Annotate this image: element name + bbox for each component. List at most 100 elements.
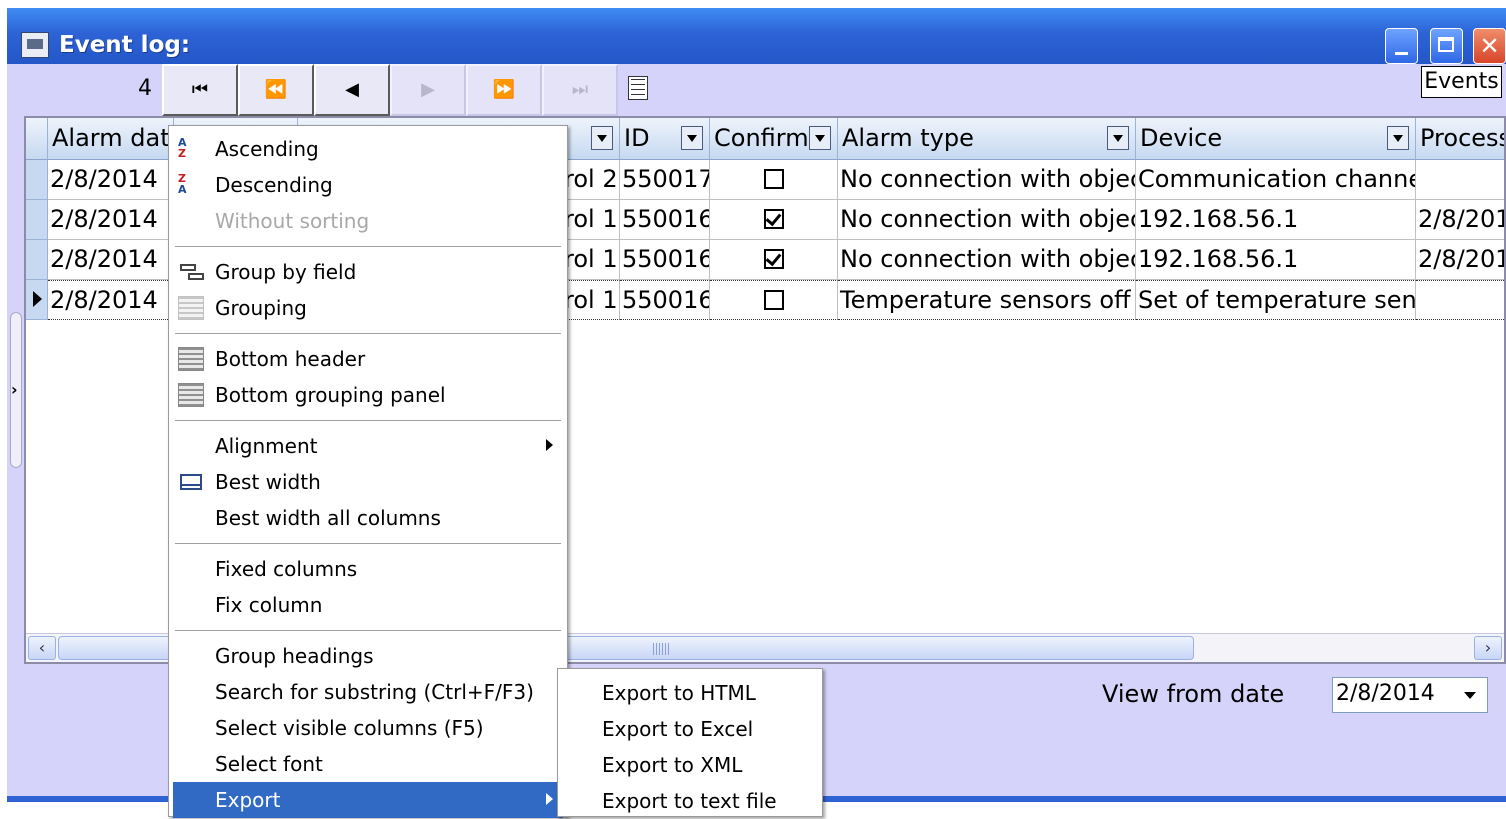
menu-item-grouping[interactable]: Grouping [173, 290, 563, 326]
current-row-indicator[interactable] [26, 280, 48, 320]
column-header-alarm-type[interactable]: Alarm type [838, 118, 1136, 160]
menu-item-bottom-grouping-panel[interactable]: Bottom grouping panel [173, 377, 563, 413]
sort-ascending-icon: AZ [178, 136, 187, 160]
next-record-button[interactable]: ▶ [390, 64, 466, 116]
column-header-confirm[interactable]: Confirm [710, 118, 838, 160]
cell-alarm-type[interactable]: No connection with object [838, 240, 1136, 280]
confirm-checkbox[interactable] [764, 169, 784, 189]
cell-process[interactable] [1416, 160, 1504, 200]
cell-device[interactable]: Set of temperature sensi [1136, 280, 1416, 320]
next-record-icon: ▶ [421, 79, 435, 100]
sort-descending-icon: ZA [178, 172, 187, 196]
row-indicator[interactable] [26, 200, 48, 240]
menu-item-search-substring[interactable]: Search for substring (Ctrl+F/F3) [173, 674, 563, 710]
menu-item-export-html[interactable]: Export to HTML [562, 675, 818, 711]
confirm-checkbox[interactable] [764, 249, 784, 269]
submenu-arrow-icon [546, 439, 553, 451]
confirm-checkbox[interactable] [764, 209, 784, 229]
cell-alarm-type[interactable]: No connection with object [838, 200, 1136, 240]
menu-item-without-sorting[interactable]: Without sorting [173, 203, 563, 239]
chevron-down-icon[interactable] [1455, 680, 1485, 710]
menu-item-export-text[interactable]: Export to text file [562, 783, 818, 819]
submenu-arrow-icon [546, 793, 553, 805]
menu-item-ascending[interactable]: AZ Ascending [173, 131, 563, 167]
cell-alarm-date[interactable]: 2/8/2014 1 [48, 280, 174, 320]
last-record-icon: ⏭ [571, 79, 589, 100]
cell-alarm-date[interactable]: 2/8/2014 1 [48, 160, 174, 200]
filter-dropdown-icon[interactable] [1107, 126, 1129, 150]
column-header-id[interactable]: ID [620, 118, 710, 160]
filter-dropdown-icon[interactable] [1387, 126, 1409, 150]
filter-dropdown-icon[interactable] [809, 126, 831, 150]
menu-separator [175, 543, 561, 545]
cell-alarm-date[interactable]: 2/8/2014 1 [48, 240, 174, 280]
menu-item-select-visible-columns[interactable]: Select visible columns (F5) [173, 710, 563, 746]
row-indicator[interactable] [26, 160, 48, 200]
scroll-right-button[interactable]: › [1474, 636, 1502, 660]
menu-separator [175, 333, 561, 335]
close-icon: ✕ [1479, 32, 1500, 60]
cell-device[interactable]: 192.168.56.1 [1136, 240, 1416, 280]
close-button[interactable]: ✕ [1473, 28, 1506, 64]
view-from-date-value: 2/8/2014 [1336, 681, 1435, 706]
prev-record-button[interactable]: ◀ [314, 64, 390, 116]
cell-confirm[interactable] [710, 200, 838, 240]
first-record-icon: ⏮ [191, 79, 209, 100]
title-bar[interactable]: Event log: ✕ [7, 8, 1506, 64]
scroll-left-button[interactable]: ‹ [28, 636, 56, 660]
menu-item-fix-column[interactable]: Fix column [173, 587, 563, 623]
next-page-button[interactable]: ⏩ [466, 64, 542, 116]
cell-alarm-date[interactable]: 2/8/2014 1 [48, 200, 174, 240]
column-header-device[interactable]: Device [1136, 118, 1416, 160]
last-record-button[interactable]: ⏭ [542, 64, 618, 116]
minimize-button[interactable] [1385, 28, 1418, 64]
bottom-header-icon [178, 347, 204, 371]
first-record-button[interactable]: ⏮ [162, 64, 238, 116]
cell-device[interactable]: Communication channel [1136, 160, 1416, 200]
column-header-process[interactable]: Process [1416, 118, 1504, 160]
cell-id[interactable]: 550016 [620, 200, 710, 240]
menu-item-alignment[interactable]: Alignment [173, 428, 563, 464]
menu-item-descending[interactable]: ZA Descending [173, 167, 563, 203]
cell-confirm[interactable] [710, 240, 838, 280]
app-icon [21, 32, 49, 58]
bottom-grouping-panel-icon [178, 383, 204, 407]
cell-id[interactable]: 550016 [620, 280, 710, 320]
menu-item-select-font[interactable]: Select font [173, 746, 563, 782]
cell-process[interactable]: 2/8/201 [1416, 200, 1504, 240]
cell-confirm[interactable] [710, 160, 838, 200]
cell-device[interactable]: 192.168.56.1 [1136, 200, 1416, 240]
next-page-icon: ⏩ [492, 79, 516, 100]
prev-page-button[interactable]: ⏪ [238, 64, 314, 116]
view-from-date-picker[interactable]: 2/8/2014 [1332, 677, 1488, 713]
column-chooser-icon[interactable] [628, 76, 648, 100]
menu-item-bottom-header[interactable]: Bottom header [173, 341, 563, 377]
menu-item-export[interactable]: Export [173, 782, 563, 818]
grouping-icon [178, 296, 204, 320]
menu-item-fixed-columns[interactable]: Fixed columns [173, 551, 563, 587]
expand-arrow-icon[interactable]: › [11, 380, 18, 399]
cell-process[interactable]: 2/8/201 [1416, 240, 1504, 280]
maximize-button[interactable] [1430, 28, 1463, 64]
menu-item-export-excel[interactable]: Export to Excel [562, 711, 818, 747]
cell-process[interactable] [1416, 280, 1504, 320]
column-context-menu: AZ Ascending ZA Descending Without sorti… [168, 125, 568, 818]
menu-item-group-headings[interactable]: Group headings [173, 638, 563, 674]
cell-alarm-type[interactable]: Temperature sensors off [838, 280, 1136, 320]
menu-item-best-width-all-columns[interactable]: Best width all columns [173, 500, 563, 536]
window-title: Event log: [59, 32, 191, 58]
filter-dropdown-icon[interactable] [681, 126, 703, 150]
cell-confirm[interactable] [710, 280, 838, 320]
menu-separator [175, 246, 561, 248]
menu-item-best-width[interactable]: Best width [173, 464, 563, 500]
row-indicator[interactable] [26, 240, 48, 280]
column-header-alarm-date[interactable]: Alarm date [48, 118, 174, 160]
filter-dropdown-icon[interactable] [591, 126, 613, 150]
menu-item-group-by-field[interactable]: Group by field [173, 254, 563, 290]
cell-id[interactable]: 550017 [620, 160, 710, 200]
cell-alarm-type[interactable]: No connection with object [838, 160, 1136, 200]
menu-item-export-xml[interactable]: Export to XML [562, 747, 818, 783]
menu-separator [175, 630, 561, 632]
cell-id[interactable]: 550016 [620, 240, 710, 280]
confirm-checkbox[interactable] [764, 290, 784, 310]
